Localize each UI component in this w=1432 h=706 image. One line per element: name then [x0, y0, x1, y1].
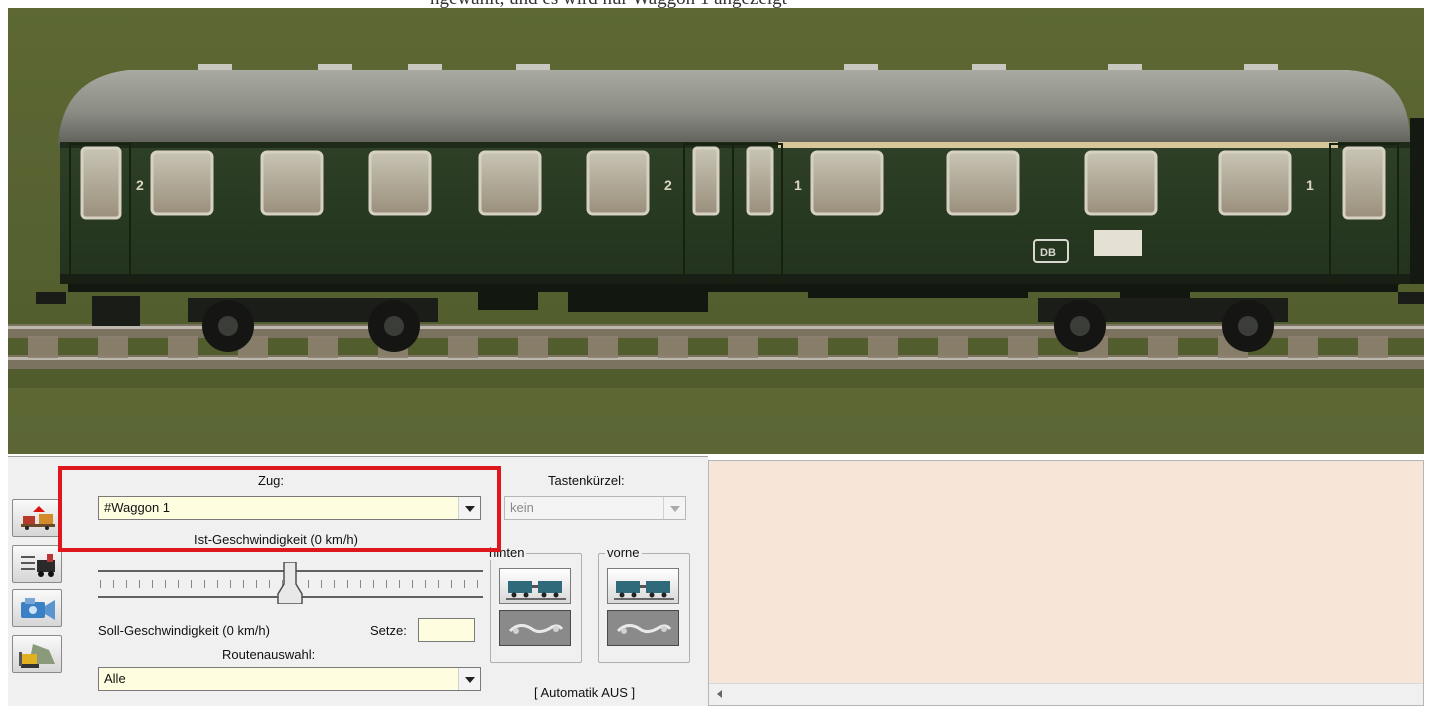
set-speed-input[interactable]: [418, 618, 475, 642]
actual-speed-label: Ist-Geschwindigkeit (0 km/h): [194, 532, 358, 547]
route-label: Routenauswahl:: [222, 647, 316, 662]
db-logo: DB: [1040, 247, 1056, 259]
chevron-down-icon[interactable]: [458, 668, 480, 690]
route-select-value: Alle: [104, 671, 126, 686]
coupler-icon: [616, 624, 672, 634]
scene-viewport[interactable]: 2 2 1 1 DB: [8, 8, 1424, 454]
class-number-left: 2: [136, 177, 144, 193]
wagon-icon: [614, 581, 674, 600]
message-area[interactable]: [708, 460, 1424, 706]
front-coupling-button[interactable]: [607, 610, 679, 646]
bulldozer-icon: [19, 644, 55, 668]
rear-group: hinten: [487, 545, 582, 663]
train-scene: 2 2 1 1 DB: [8, 8, 1424, 454]
horizontal-scrollbar[interactable]: [709, 683, 1423, 705]
track-insert-button[interactable]: [12, 499, 62, 537]
track-insert-icon: [21, 506, 55, 530]
target-speed-label: Soll-Geschwindigkeit (0 km/h): [98, 623, 270, 638]
set-label: Setze:: [370, 623, 407, 638]
caption-text: ngewählt, und es wird nur Waggon 1 angez…: [430, 0, 787, 8]
automatic-status[interactable]: [ Automatik AUS ]: [534, 685, 635, 700]
coupler-icon: [508, 624, 564, 634]
front-group: vorne: [598, 545, 690, 663]
train-select[interactable]: #Waggon 1: [98, 496, 481, 520]
landscape-editor-button[interactable]: [12, 635, 62, 673]
chevron-down-icon[interactable]: [663, 497, 685, 519]
shortcut-select[interactable]: kein: [504, 496, 686, 520]
front-uncouple-button[interactable]: [607, 568, 679, 604]
train-select-value: #Waggon 1: [104, 500, 171, 515]
chevron-down-icon[interactable]: [458, 497, 480, 519]
route-select[interactable]: Alle: [98, 667, 481, 691]
route-plate: [1094, 230, 1142, 256]
class-number-right-b: 1: [1306, 177, 1314, 193]
rear-uncouple-button[interactable]: [499, 568, 571, 604]
locomotive-icon: [21, 554, 55, 577]
rear-coupling-button[interactable]: [499, 610, 571, 646]
camera-icon: [21, 598, 55, 620]
train-control-panel: Zug: #Waggon 1 Ist-Geschwindigkeit (0 km…: [8, 456, 708, 706]
ground-foreground: [8, 388, 1424, 454]
rear-label: hinten: [487, 545, 527, 560]
train-label: Zug:: [258, 473, 285, 488]
class-number-right-a: 1: [794, 177, 802, 193]
camera-button[interactable]: [12, 589, 62, 627]
scroll-left-icon[interactable]: [717, 690, 722, 698]
slider-thumb[interactable]: [276, 562, 304, 604]
wagon-icon: [506, 581, 566, 600]
locomotive-view-button[interactable]: [12, 545, 62, 583]
speed-slider[interactable]: [98, 562, 483, 604]
shortcut-label: Tastenkürzel:: [548, 473, 625, 488]
front-label: vorne: [605, 545, 642, 560]
class-number-middle: 2: [664, 177, 672, 193]
top-caption: ngewählt, und es wird nur Waggon 1 angez…: [0, 0, 1432, 8]
shortcut-select-value: kein: [510, 500, 534, 515]
